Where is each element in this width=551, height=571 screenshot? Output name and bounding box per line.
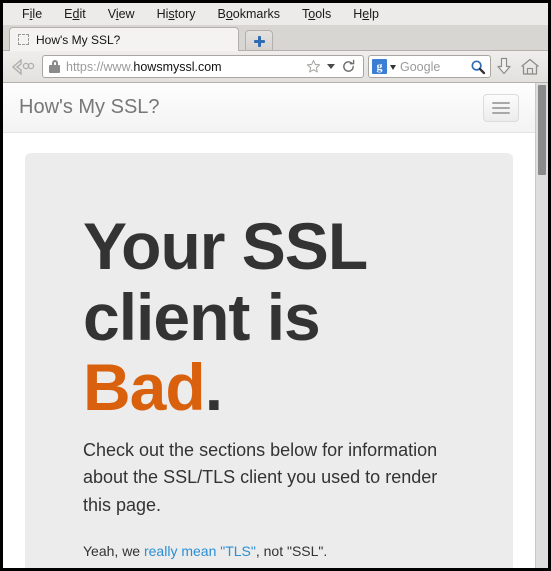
ssl-verdict: Bad bbox=[83, 350, 206, 425]
menu-item-tools[interactable]: Tools bbox=[291, 3, 342, 25]
page-scrollbar[interactable] bbox=[535, 83, 548, 568]
menu-bar: File Edit View History Bookmarks Tools H… bbox=[3, 3, 548, 25]
headline-prefix: Your SSL client is bbox=[83, 209, 367, 354]
menu-item-edit[interactable]: Edit bbox=[53, 3, 97, 25]
tls-explainer-link[interactable]: really mean "TLS" bbox=[144, 543, 256, 559]
google-g-icon: g bbox=[372, 59, 387, 74]
tls-note-after: , not "SSL". bbox=[255, 542, 328, 559]
verdict-jumbotron: Your SSL client is Bad. Check out the se… bbox=[25, 153, 513, 568]
page-headline: Your SSL client is Bad. bbox=[83, 211, 455, 423]
menu-item-help[interactable]: Help bbox=[342, 3, 390, 25]
site-brand[interactable]: How's My SSL? bbox=[19, 96, 483, 119]
search-engine-chevron-down-icon[interactable] bbox=[390, 64, 396, 70]
url-text: https://www.howsmyssl.com bbox=[66, 59, 222, 74]
tab-title: How's My SSL? bbox=[36, 32, 121, 47]
magnifier-icon[interactable] bbox=[470, 59, 486, 75]
tab-howsmyssl[interactable]: How's My SSL? bbox=[9, 27, 239, 51]
plus-icon bbox=[253, 35, 265, 47]
home-icon bbox=[521, 58, 539, 75]
menu-item-view[interactable]: View bbox=[97, 3, 146, 25]
menu-item-history[interactable]: History bbox=[146, 3, 207, 25]
new-tab-button[interactable] bbox=[245, 30, 273, 51]
site-navbar: How's My SSL? bbox=[3, 83, 535, 133]
chevron-down-icon[interactable] bbox=[327, 64, 335, 69]
bookmark-star-icon[interactable] bbox=[306, 59, 321, 74]
navigation-toolbar: https://www.howsmyssl.com g Google bbox=[3, 51, 548, 83]
tls-note: Yeah, we really mean "TLS", not "SSL". bbox=[83, 541, 455, 562]
home-button[interactable] bbox=[517, 58, 543, 76]
search-input[interactable]: Google bbox=[400, 60, 470, 74]
tls-note-before: Yeah, we bbox=[83, 542, 144, 559]
hamburger-bar bbox=[492, 106, 510, 109]
menu-item-bookmarks[interactable]: Bookmarks bbox=[207, 3, 292, 25]
browser-window: File Edit View History Bookmarks Tools H… bbox=[3, 3, 548, 568]
lead-paragraph: Check out the sections below for informa… bbox=[83, 439, 438, 515]
hamburger-bar bbox=[492, 111, 510, 114]
back-forward-button[interactable] bbox=[8, 55, 38, 79]
page-container: Your SSL client is Bad. Check out the se… bbox=[3, 133, 535, 568]
downloads-button[interactable] bbox=[491, 57, 517, 76]
web-page-content: How's My SSL? Your SSL client is Bad. Ch… bbox=[3, 83, 535, 568]
back-forward-arrow-icon bbox=[11, 58, 35, 75]
download-arrow-icon bbox=[497, 57, 511, 75]
hamburger-menu-button[interactable] bbox=[483, 93, 519, 122]
reload-icon[interactable] bbox=[341, 59, 356, 74]
tab-bar: How's My SSL? bbox=[3, 25, 548, 51]
menu-item-file[interactable]: File bbox=[11, 3, 53, 25]
page-viewport: How's My SSL? Your SSL client is Bad. Ch… bbox=[3, 83, 548, 568]
lock-icon bbox=[49, 60, 60, 73]
headline-suffix: . bbox=[204, 350, 223, 425]
scrollbar-thumb[interactable] bbox=[538, 85, 546, 175]
address-bar[interactable]: https://www.howsmyssl.com bbox=[42, 55, 364, 78]
search-bar[interactable]: g Google bbox=[368, 55, 491, 78]
favicon-placeholder-icon bbox=[18, 34, 29, 45]
hamburger-bar bbox=[492, 101, 510, 104]
